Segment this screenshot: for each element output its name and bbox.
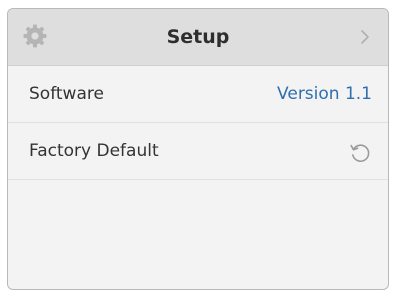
software-version-value: Version 1.1 (277, 84, 372, 104)
factory-default-row[interactable]: Factory Default (8, 123, 388, 180)
software-label: Software (29, 84, 104, 104)
page-title: Setup (166, 26, 230, 48)
setup-header: Setup (8, 9, 388, 66)
software-row: Software Version 1.1 (8, 66, 388, 123)
chevron-right-icon[interactable] (360, 29, 370, 45)
setup-panel: Setup Software Version 1.1 Factory Defau… (7, 8, 389, 290)
factory-default-label: Factory Default (29, 141, 159, 161)
reset-icon[interactable] (348, 140, 372, 164)
